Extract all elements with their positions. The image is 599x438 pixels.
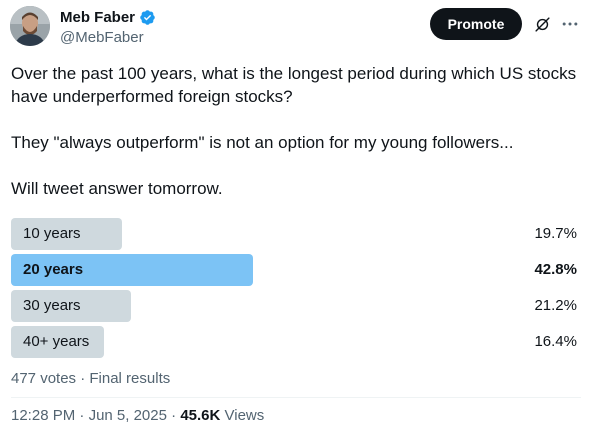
- author-names: Meb Faber @MebFaber: [60, 8, 156, 46]
- poll-option: 20 years 42.8%: [11, 254, 581, 286]
- poll-option-label: 20 years: [23, 261, 84, 278]
- poll-meta: 477 votes · Final results: [11, 370, 171, 387]
- separator: ·: [166, 407, 181, 424]
- promote-button[interactable]: Promote: [430, 8, 522, 40]
- timestamp-row: 12:28 PM · Jun 5, 2025 · 45.6K Views: [11, 407, 264, 424]
- poll-option: 30 years 21.2%: [11, 290, 581, 322]
- tweet-line: They "always outperform" is not an optio…: [11, 133, 514, 152]
- tweet-date[interactable]: Jun 5, 2025: [89, 407, 167, 424]
- poll-option-label: 40+ years: [23, 333, 90, 350]
- poll-option: 40+ years 16.4%: [11, 326, 581, 358]
- views-label: Views: [220, 407, 265, 424]
- more-dots-icon[interactable]: [560, 14, 580, 34]
- poll-option-percent: 19.7%: [534, 225, 577, 242]
- poll-option-percent: 16.4%: [534, 333, 577, 350]
- verified-badge-icon[interactable]: [139, 9, 156, 26]
- grok-icon[interactable]: [534, 16, 551, 33]
- tweet-line: Over the past 100 years, what is the lon…: [11, 64, 577, 106]
- poll: 10 years 19.7% 20 years 42.8% 30 years 2…: [11, 218, 581, 362]
- poll-option-label: 30 years: [23, 297, 81, 314]
- poll-option-percent: 42.8%: [534, 261, 577, 278]
- poll-option-percent: 21.2%: [534, 297, 577, 314]
- author-handle[interactable]: @MebFaber: [60, 29, 156, 46]
- tweet-body: Over the past 100 years, what is the lon…: [11, 62, 581, 200]
- tweet-line: Will tweet answer tomorrow.: [11, 179, 223, 198]
- separator: ·: [75, 407, 89, 424]
- tweet-header: Meb Faber @MebFaber Promote: [10, 6, 590, 52]
- poll-option-label: 10 years: [23, 225, 81, 242]
- views-count[interactable]: 45.6K: [180, 407, 220, 424]
- poll-option: 10 years 19.7%: [11, 218, 581, 250]
- author-display-name[interactable]: Meb Faber: [60, 9, 135, 26]
- avatar-photo-icon: [10, 6, 50, 46]
- user-avatar[interactable]: [10, 6, 50, 46]
- divider: [11, 397, 581, 398]
- tweet-time[interactable]: 12:28 PM: [11, 407, 75, 424]
